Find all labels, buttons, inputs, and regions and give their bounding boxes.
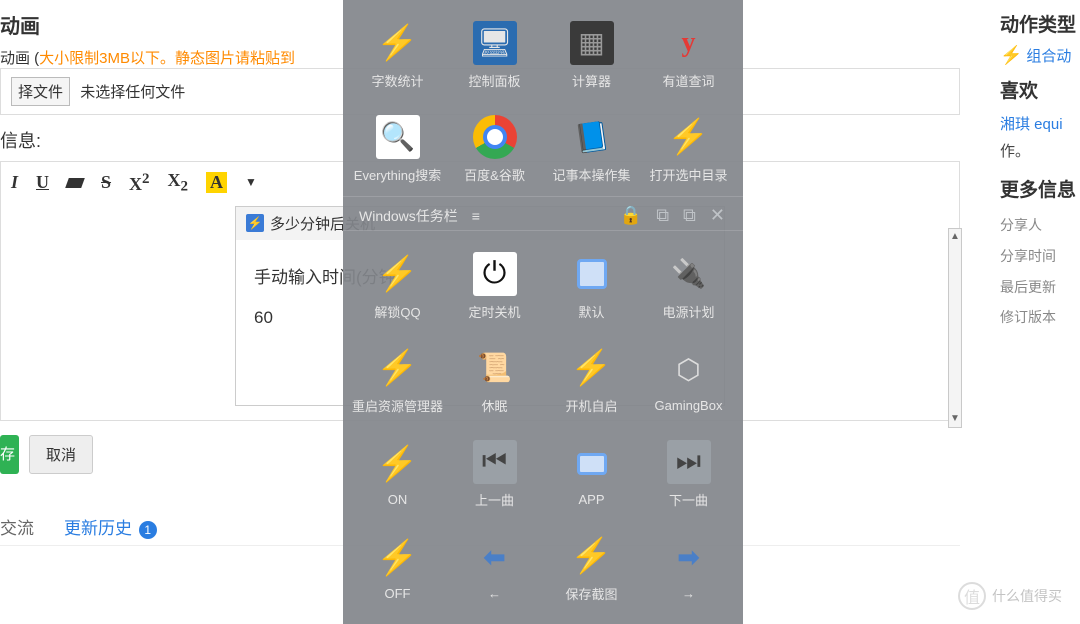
tools-icon[interactable]: ✕ <box>710 205 725 226</box>
app-next-track[interactable]: ⏭下一曲 <box>640 427 737 521</box>
save-button[interactable]: 存 <box>0 435 19 474</box>
app-default[interactable]: 默认 <box>543 239 640 333</box>
subscript-button[interactable]: X2 <box>168 170 189 196</box>
magnifier-icon: 🔍 <box>376 115 420 159</box>
prev-track-icon: ⏮ <box>473 440 517 484</box>
app-unlock-qq[interactable]: ⚡解锁QQ <box>349 239 446 333</box>
bolt-icon: ⚡ <box>1000 45 1022 66</box>
more-rev: 修订版本 <box>1000 302 1080 333</box>
app-baidu-google[interactable]: 百度&谷歌 <box>446 102 543 196</box>
file-status: 未选择任何文件 <box>80 84 185 101</box>
scroll-up-icon[interactable]: ▲ <box>949 229 961 245</box>
app-icon <box>570 442 614 486</box>
more-sharetime: 分享时间 <box>1000 241 1080 272</box>
italic-button[interactable]: I <box>11 172 18 193</box>
app-open-dir[interactable]: ⚡打开选中目录 <box>640 102 737 196</box>
bolt-icon: ⚡ <box>570 534 614 578</box>
more-owner: 分享人 <box>1000 210 1080 241</box>
bolt-icon: ⚡ <box>376 346 420 390</box>
watermark-logo-icon: 值 <box>958 582 986 610</box>
strike-button[interactable]: S <box>101 172 111 193</box>
underline-button[interactable]: U <box>36 172 49 193</box>
arrow-left-icon: ⬅ <box>473 536 517 580</box>
app-gamingbox[interactable]: ⬡GamingBox <box>640 333 737 427</box>
bolt-icon: ⚡ <box>246 214 264 232</box>
next-track-icon: ⏭ <box>667 440 711 484</box>
highlight-button[interactable]: A <box>206 172 227 193</box>
side-h-more: 更多信息 <box>1000 175 1080 202</box>
superscript-button[interactable]: X2 <box>129 171 150 195</box>
power-icon: ⏻ <box>473 252 517 296</box>
menu-icon[interactable]: ≡ <box>472 208 480 224</box>
bolt-icon: ⚡ <box>376 252 420 296</box>
youdao-icon: y <box>667 21 711 65</box>
app-calculator[interactable]: ▦计算器 <box>543 8 640 102</box>
side-h-like: 喜欢 <box>1000 76 1080 103</box>
app-everything[interactable]: 🔍Everything搜索 <box>349 102 446 196</box>
app-hibernate[interactable]: 📜休眠 <box>446 333 543 427</box>
app-shutdown-timer[interactable]: ⏻定时关机 <box>446 239 543 333</box>
tab-history[interactable]: 更新历史 1 <box>64 514 157 539</box>
watermark: 值 什么值得买 <box>958 582 1062 610</box>
square-icon <box>570 252 614 296</box>
bolt-icon: ⚡ <box>376 21 420 65</box>
side-h-type: 动作类型 <box>1000 10 1080 37</box>
scroll-icon: 📜 <box>473 346 517 390</box>
lock-icon[interactable]: 🔒 <box>620 205 642 226</box>
cancel-button[interactable]: 取消 <box>29 435 93 474</box>
hex-icon: ⬡ <box>667 348 711 392</box>
vertical-scrollbar[interactable]: ▲ ▼ <box>948 228 962 428</box>
bolt-icon: ⚡ <box>376 442 420 486</box>
copy-icon[interactable]: ⧉ <box>656 205 669 226</box>
app-left[interactable]: ⬅← <box>446 521 543 615</box>
eraser-button[interactable] <box>67 172 83 193</box>
app-prev-track[interactable]: ⏮上一曲 <box>446 427 543 521</box>
notepad-icon: 📘 <box>567 112 617 162</box>
section-header: Windows任务栏 ≡ 🔒 ⧉ ⧉ ✕ <box>343 196 743 230</box>
choose-file-button[interactable]: 择文件 <box>11 77 70 106</box>
launcher-panel: ⚡字数统计 🖥控制面板 ▦计算器 y有道查词 🔍Everything搜索 百度&… <box>343 0 743 624</box>
scroll-down-icon[interactable]: ▼ <box>949 411 961 427</box>
calculator-icon: ▦ <box>570 21 614 65</box>
plug-icon: 🔌 <box>667 252 711 296</box>
app-on[interactable]: ⚡ON <box>349 427 446 521</box>
bolt-icon: ⚡ <box>667 115 711 159</box>
app-control-panel[interactable]: 🖥控制面板 <box>446 8 543 102</box>
app-save-screenshot[interactable]: ⚡保存截图 <box>543 521 640 615</box>
tab-discuss[interactable]: 交流 <box>0 514 34 539</box>
chrome-icon <box>473 115 517 159</box>
app-restart-explorer[interactable]: ⚡重启资源管理器 <box>349 333 446 427</box>
like-text: 湘琪 equi 作。 <box>1000 111 1080 165</box>
paste-icon[interactable]: ⧉ <box>683 205 696 226</box>
app-youdao[interactable]: y有道查词 <box>640 8 737 102</box>
dropdown-caret-icon[interactable]: ▼ <box>245 175 257 190</box>
app-power-plan[interactable]: 🔌电源计划 <box>640 239 737 333</box>
section-title: Windows任务栏 <box>359 206 458 226</box>
bolt-icon: ⚡ <box>570 346 614 390</box>
app-right[interactable]: ➡→ <box>640 521 737 615</box>
action-type-item[interactable]: ⚡ 组合动 <box>1000 45 1080 66</box>
app-notepad-set[interactable]: 📘记事本操作集 <box>543 102 640 196</box>
bolt-icon: ⚡ <box>376 536 420 580</box>
app-autostart[interactable]: ⚡开机自启 <box>543 333 640 427</box>
control-panel-icon: 🖥 <box>473 21 517 65</box>
app-app[interactable]: APP <box>543 427 640 521</box>
arrow-right-icon: ➡ <box>667 536 711 580</box>
app-off[interactable]: ⚡OFF <box>349 521 446 615</box>
more-updated: 最后更新 <box>1000 272 1080 303</box>
history-badge: 1 <box>139 521 157 539</box>
app-wordcount[interactable]: ⚡字数统计 <box>349 8 446 102</box>
